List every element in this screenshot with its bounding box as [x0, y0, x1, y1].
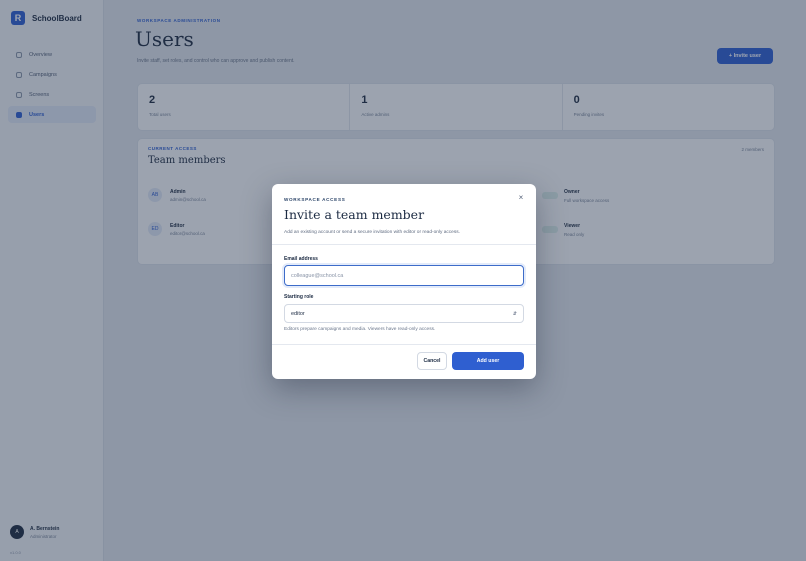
- role-select-value: editor: [291, 310, 305, 317]
- email-label: Email address: [284, 256, 318, 262]
- divider: [272, 244, 536, 245]
- role-select[interactable]: editor ⇵: [284, 304, 524, 323]
- dialog-eyebrow: WORKSPACE ACCESS: [284, 197, 346, 202]
- dialog-description: Add an existing account or send a secure…: [284, 230, 460, 235]
- close-icon[interactable]: ×: [516, 193, 526, 203]
- chevron-updown-icon: ⇵: [512, 310, 517, 317]
- role-hint: Editors prepare campaigns and media. Vie…: [284, 327, 436, 332]
- invite-member-dialog: × WORKSPACE ACCESS Invite a team member …: [272, 184, 536, 379]
- role-label: Starting role: [284, 294, 314, 300]
- cancel-button[interactable]: Cancel: [417, 352, 447, 370]
- divider: [272, 344, 536, 345]
- dialog-title: Invite a team member: [284, 207, 425, 222]
- add-user-button[interactable]: Add user: [452, 352, 524, 370]
- email-field[interactable]: [284, 265, 524, 286]
